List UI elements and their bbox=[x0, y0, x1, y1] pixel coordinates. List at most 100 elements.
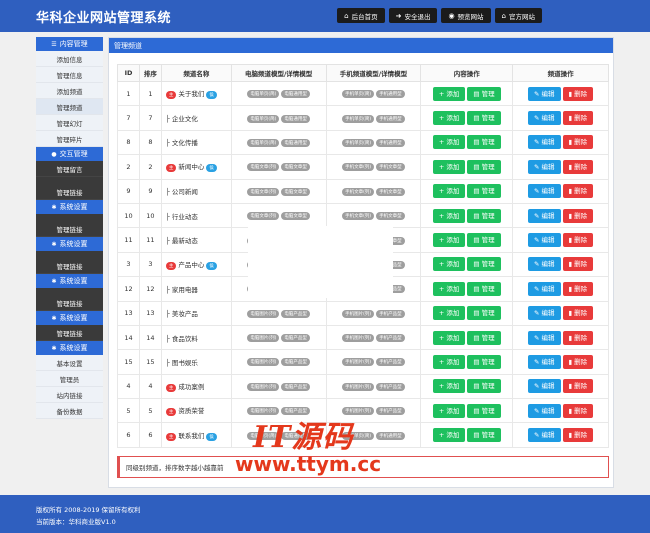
add-content-button[interactable]: + 添加 bbox=[432, 159, 466, 174]
manage-content-button[interactable]: ▤ 管理 bbox=[467, 233, 501, 248]
edit-channel-button[interactable]: ✎ 编辑 bbox=[527, 281, 561, 296]
manage-content-button[interactable]: ▤ 管理 bbox=[467, 379, 501, 394]
delete-channel-button[interactable]: ▮ 删除 bbox=[562, 306, 594, 321]
cell-id: 9 bbox=[117, 178, 140, 204]
delete-channel-button[interactable]: ▮ 删除 bbox=[562, 86, 594, 101]
sidebar-group-system-4[interactable]: ✱ 系统设置 bbox=[36, 311, 103, 325]
delete-channel-button[interactable]: ▮ 删除 bbox=[562, 135, 594, 150]
delete-channel-button[interactable]: ▮ 删除 bbox=[562, 281, 594, 296]
add-content-button[interactable]: + 添加 bbox=[432, 428, 466, 443]
cell-mobile-model: 手机图片(列)手机产品型 bbox=[325, 324, 422, 351]
sidebar-item-administrators[interactable]: 管理员 bbox=[36, 371, 103, 387]
delete-channel-button[interactable]: ▮ 删除 bbox=[562, 428, 594, 443]
edit-channel-button[interactable]: ✎ 编辑 bbox=[527, 233, 561, 248]
add-content-button[interactable]: + 添加 bbox=[432, 281, 466, 296]
add-content-button[interactable]: + 添加 bbox=[432, 184, 466, 199]
add-content-button[interactable]: + 添加 bbox=[432, 233, 466, 248]
sidebar-group-interaction[interactable]: ● 交互管理 bbox=[36, 147, 103, 161]
sidebar-item-manage-channel[interactable]: 管理频道 bbox=[36, 99, 103, 115]
add-content-button[interactable]: + 添加 bbox=[432, 354, 466, 369]
delete-channel-button[interactable]: ▮ 删除 bbox=[562, 330, 594, 345]
edit-channel-button[interactable]: ✎ 编辑 bbox=[527, 184, 561, 199]
delete-channel-button[interactable]: ▮ 删除 bbox=[562, 354, 594, 369]
add-content-button[interactable]: + 添加 bbox=[432, 379, 466, 394]
delete-channel-button[interactable]: ▮ 删除 bbox=[562, 184, 594, 199]
add-content-button[interactable]: + 添加 bbox=[432, 306, 466, 321]
sidebar-item-manage-links[interactable]: 管理链接 bbox=[36, 325, 103, 341]
edit-channel-button[interactable]: ✎ 编辑 bbox=[527, 306, 561, 321]
delete-channel-button[interactable]: ▮ 删除 bbox=[562, 379, 594, 394]
top-level-badge: 主 bbox=[165, 91, 177, 100]
sidebar-item-manage-messages[interactable]: 管理留言 bbox=[36, 161, 103, 177]
delete-channel-button[interactable]: ▮ 删除 bbox=[562, 111, 594, 126]
cell-content-ops: + 添加 ▤ 管理 bbox=[420, 324, 514, 351]
add-content-button[interactable]: + 添加 bbox=[432, 135, 466, 150]
sidebar-item-add-channel[interactable]: 添加频道 bbox=[36, 83, 103, 99]
delete-channel-button[interactable]: ▮ 删除 bbox=[562, 159, 594, 174]
manage-content-button[interactable]: ▤ 管理 bbox=[467, 354, 501, 369]
add-content-button[interactable]: + 添加 bbox=[432, 403, 466, 418]
manage-content-button[interactable]: ▤ 管理 bbox=[467, 159, 501, 174]
cell-content-ops: + 添加 ▤ 管理 bbox=[420, 178, 514, 204]
edit-channel-button[interactable]: ✎ 编辑 bbox=[527, 330, 561, 345]
delete-channel-button[interactable]: ▮ 删除 bbox=[562, 257, 594, 272]
manage-content-button[interactable]: ▤ 管理 bbox=[467, 330, 501, 345]
manage-content-button[interactable]: ▤ 管理 bbox=[467, 306, 501, 321]
edit-channel-button[interactable]: ✎ 编辑 bbox=[527, 159, 561, 174]
add-content-button[interactable]: + 添加 bbox=[432, 257, 466, 272]
add-content-button[interactable]: + 添加 bbox=[432, 111, 466, 126]
official-site-button[interactable]: ⌂ 官方网站 bbox=[494, 8, 542, 23]
preview-site-button[interactable]: ◉ 预览网站 bbox=[441, 8, 491, 23]
home-icon: ⌂ bbox=[501, 11, 506, 20]
manage-content-button[interactable]: ▤ 管理 bbox=[467, 281, 501, 296]
edit-channel-button[interactable]: ✎ 编辑 bbox=[527, 403, 561, 418]
list-icon: ▤ bbox=[473, 89, 482, 98]
edit-channel-button[interactable]: ✎ 编辑 bbox=[527, 379, 561, 394]
sidebar-item-site-links[interactable]: 站内链接 bbox=[36, 387, 103, 403]
sidebar-item-manage-info[interactable]: 管理信息 bbox=[36, 67, 103, 83]
cell-pc-model: 电脑文章(列)电脑文章型 bbox=[230, 178, 327, 204]
cell-name: 主关于我们侯 bbox=[160, 80, 232, 107]
logout-button[interactable]: ➜ 安全退出 bbox=[388, 8, 438, 23]
delete-channel-button[interactable]: ▮ 删除 bbox=[562, 208, 594, 223]
edit-channel-button[interactable]: ✎ 编辑 bbox=[527, 257, 561, 272]
pc-detail-model: 电脑产品型 bbox=[281, 407, 310, 416]
sidebar-item-manage-links[interactable]: 管理链接 bbox=[36, 221, 103, 237]
edit-channel-button[interactable]: ✎ 编辑 bbox=[527, 86, 561, 101]
sidebar-group-system-1[interactable]: ✱ 系统设置 bbox=[36, 200, 103, 214]
edit-channel-button[interactable]: ✎ 编辑 bbox=[527, 354, 561, 369]
manage-content-button[interactable]: ▤ 管理 bbox=[467, 135, 501, 150]
edit-channel-button[interactable]: ✎ 编辑 bbox=[527, 208, 561, 223]
sidebar-item-manage-links[interactable]: 管理链接 bbox=[36, 295, 103, 311]
admin-home-button[interactable]: ⌂ 后台首页 bbox=[337, 8, 385, 23]
manage-content-button[interactable]: ▤ 管理 bbox=[467, 428, 501, 443]
manage-content-button[interactable]: ▤ 管理 bbox=[467, 111, 501, 126]
add-content-button[interactable]: + 添加 bbox=[432, 86, 466, 101]
manage-content-button[interactable]: ▤ 管理 bbox=[467, 208, 501, 223]
add-content-button[interactable]: + 添加 bbox=[432, 330, 466, 345]
sidebar-item-manage-links[interactable]: 管理链接 bbox=[36, 258, 103, 274]
gear-icon: ✱ bbox=[51, 344, 57, 352]
manage-content-button[interactable]: ▤ 管理 bbox=[467, 86, 501, 101]
delete-channel-button[interactable]: ▮ 删除 bbox=[562, 403, 594, 418]
sidebar-group-system-5[interactable]: ✱ 系统设置 bbox=[36, 341, 103, 355]
delete-channel-button[interactable]: ▮ 删除 bbox=[562, 233, 594, 248]
version-text: 当前版本：华科商业版V1.0 bbox=[36, 518, 116, 526]
sidebar-sub-text bbox=[36, 251, 103, 258]
edit-channel-button[interactable]: ✎ 编辑 bbox=[527, 111, 561, 126]
manage-content-button[interactable]: ▤ 管理 bbox=[467, 184, 501, 199]
sidebar-item-manage-links[interactable]: 管理链接 bbox=[36, 184, 103, 200]
sidebar-item-manage-fragments[interactable]: 管理碎片 bbox=[36, 131, 103, 147]
sidebar-group-system-3[interactable]: ✱ 系统设置 bbox=[36, 274, 103, 288]
add-content-button[interactable]: + 添加 bbox=[432, 208, 466, 223]
manage-content-button[interactable]: ▤ 管理 bbox=[467, 257, 501, 272]
sidebar-item-basic-settings[interactable]: 基本设置 bbox=[36, 355, 103, 371]
edit-channel-button[interactable]: ✎ 编辑 bbox=[527, 428, 561, 443]
manage-content-button[interactable]: ▤ 管理 bbox=[467, 403, 501, 418]
sidebar-item-backup[interactable]: 备份数据 bbox=[36, 403, 103, 419]
sidebar-group-content[interactable]: ☰ 内容管理 bbox=[36, 37, 103, 51]
edit-channel-button[interactable]: ✎ 编辑 bbox=[527, 135, 561, 150]
sidebar-group-system-2[interactable]: ✱ 系统设置 bbox=[36, 237, 103, 251]
sidebar-item-manage-slides[interactable]: 管理幻灯 bbox=[36, 115, 103, 131]
sidebar-item-add-info[interactable]: 添加信息 bbox=[36, 51, 103, 67]
